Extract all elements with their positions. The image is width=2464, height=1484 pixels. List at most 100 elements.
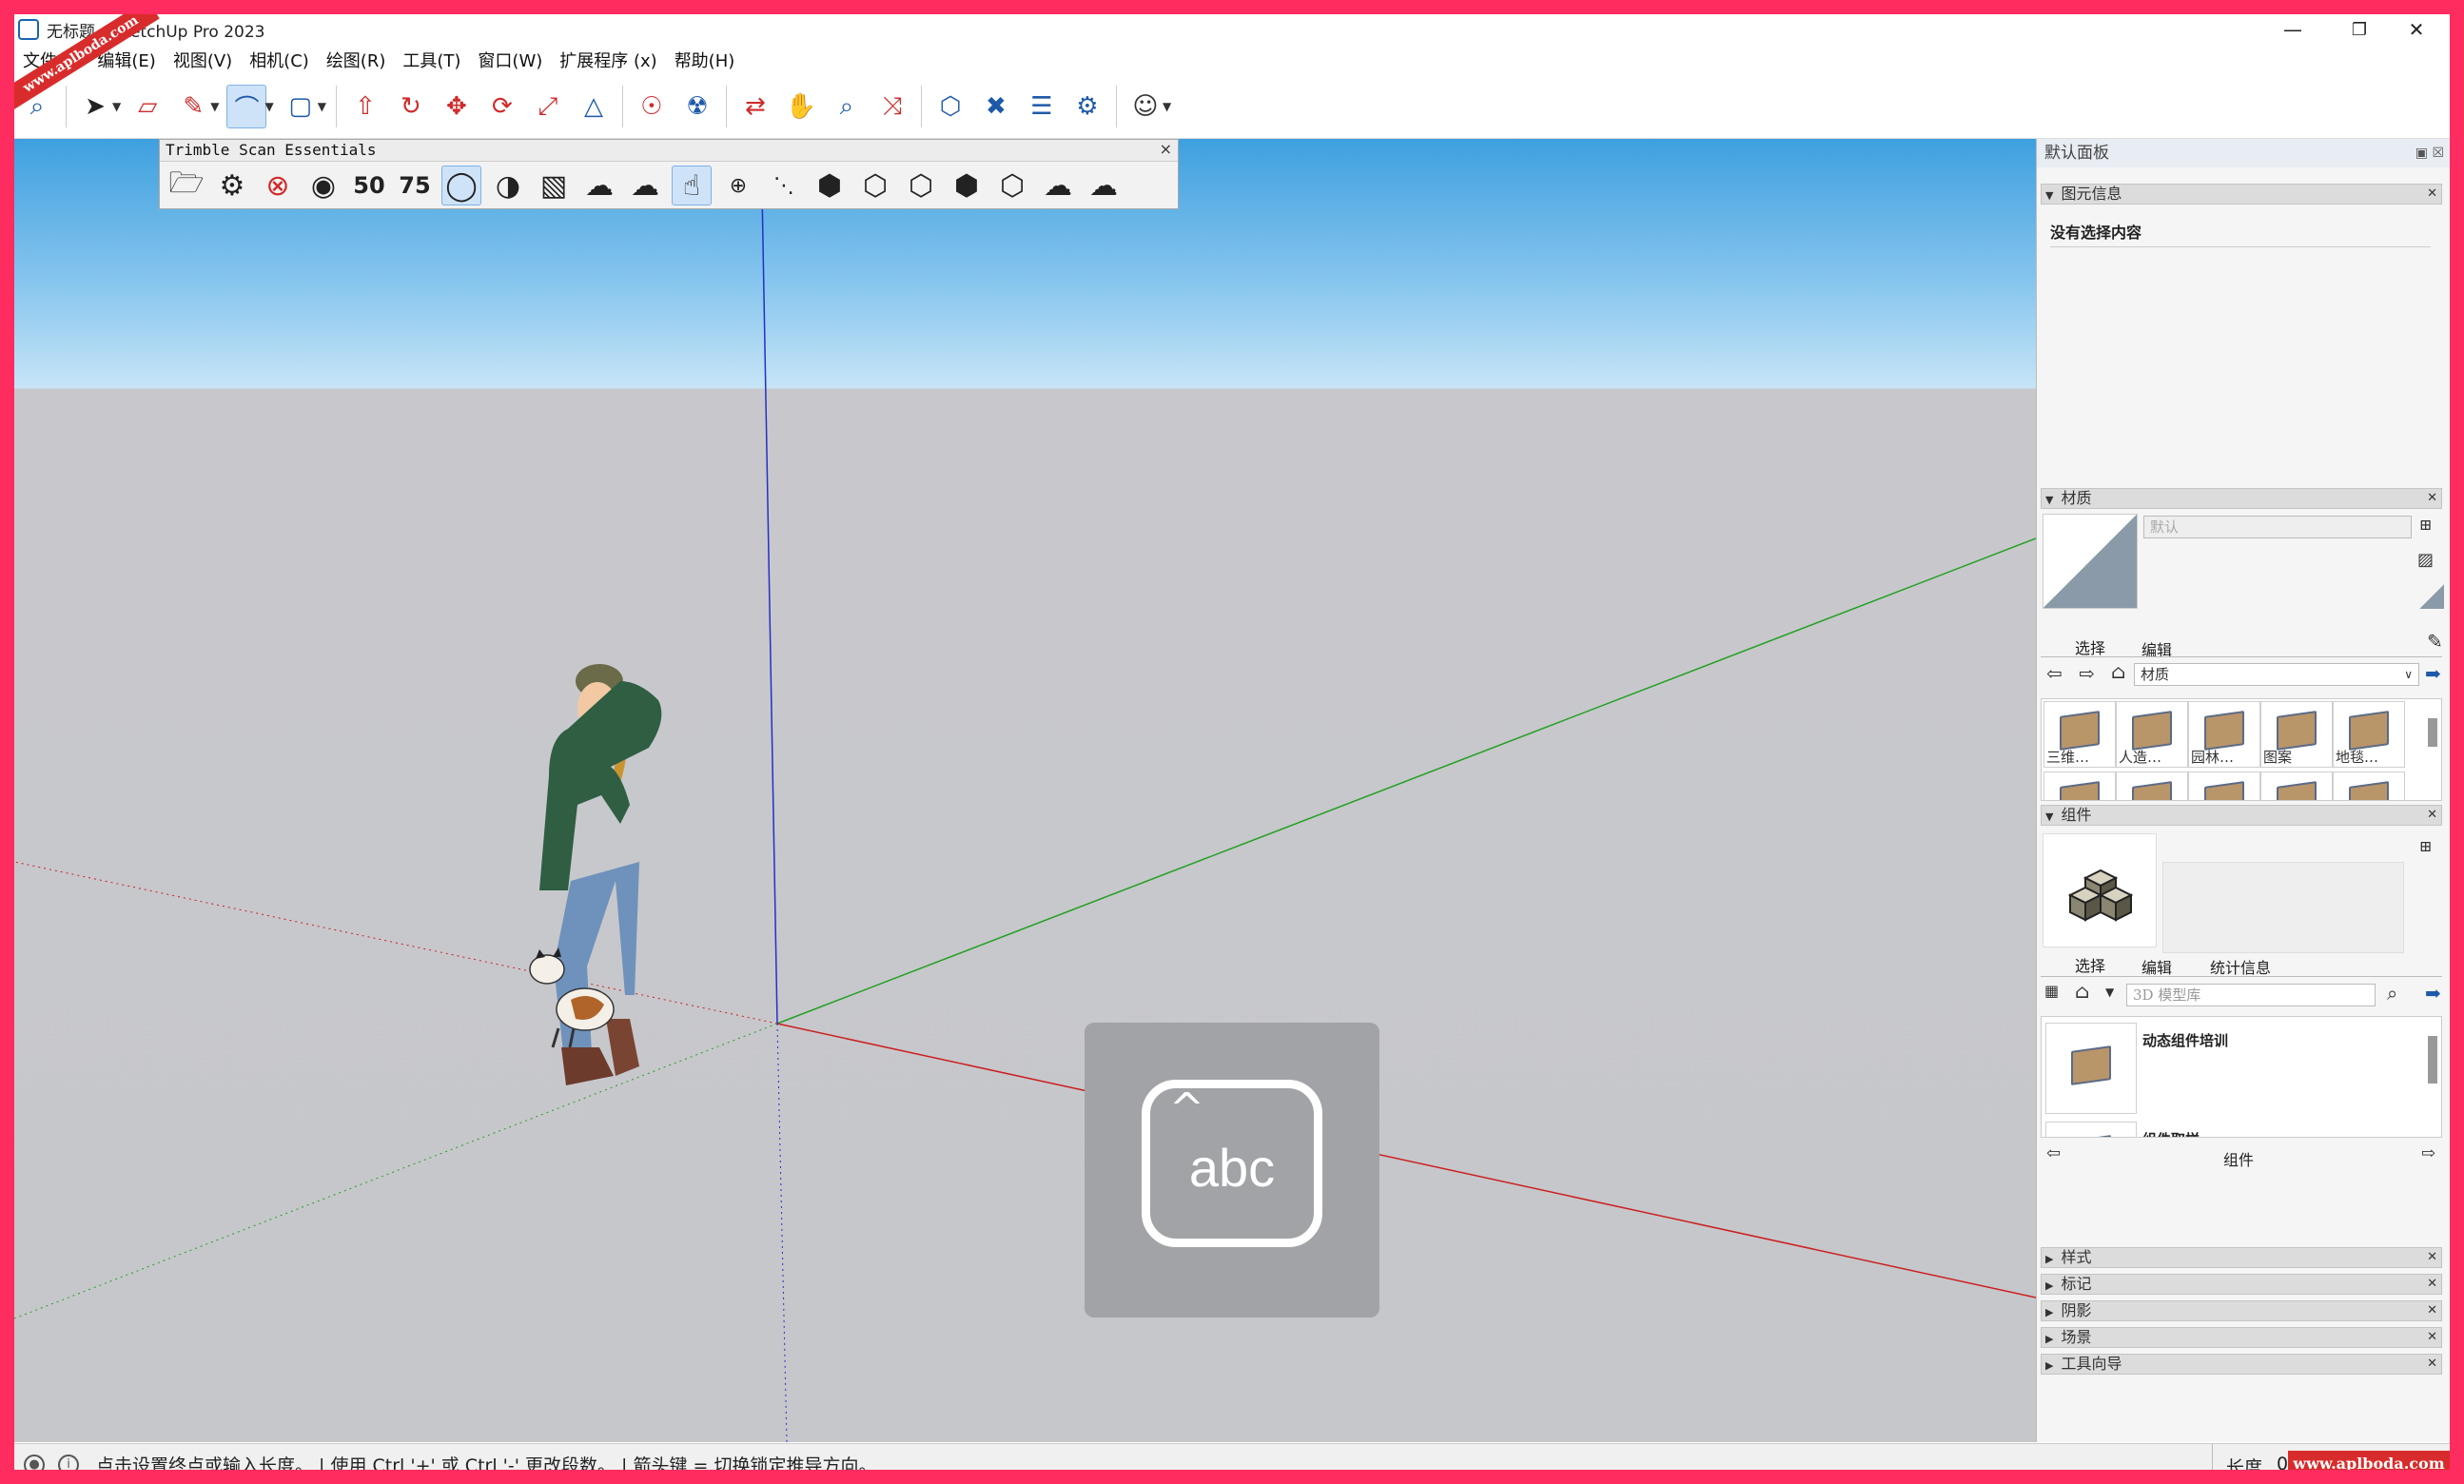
panel-pin-close-icons[interactable]: ▣ ☒ — [2415, 139, 2444, 167]
back-arrow-icon[interactable]: ⇦ — [2046, 662, 2063, 685]
zoom-icon[interactable]: ⌕ — [828, 86, 866, 127]
back-arrow-icon[interactable]: ⇦ — [2046, 1143, 2061, 1163]
hex-box-icon[interactable]: ⬡ — [993, 166, 1031, 205]
view-options-icon[interactable]: ▦ — [2044, 982, 2059, 1000]
cloud-points-icon[interactable]: ☁ — [1039, 166, 1077, 205]
paint-bucket-icon[interactable]: ☢ — [678, 86, 716, 127]
cloud-select-icon[interactable]: ☝ — [672, 166, 712, 205]
pencil-line-icon[interactable]: ✎ — [174, 86, 212, 127]
material-folder-item[interactable]: 图案 — [2260, 701, 2333, 768]
component-item-label[interactable]: 动态组件培训 — [2142, 1030, 2228, 1050]
details-arrow-icon[interactable]: ➡ — [2425, 982, 2441, 1005]
pan-icon[interactable]: ✋ — [782, 86, 820, 127]
walk-icon[interactable]: ☉ — [633, 86, 671, 127]
3d-viewport[interactable]: Trimble Scan Essentials × 🗁 ⚙ ⊗ ◉ 50 75 … — [14, 139, 2036, 1442]
instructor-header[interactable]: ▶ 工具向导 ✕ — [2041, 1354, 2442, 1375]
component-search-input[interactable]: 3D 模型库 — [2126, 984, 2376, 1006]
material-folder-item[interactable] — [2333, 771, 2405, 800]
geo-location-icon[interactable]: ● — [24, 1454, 45, 1470]
chevron-down-icon[interactable]: ▼ — [210, 100, 219, 113]
component-item-label[interactable]: 组件取样 — [2142, 1129, 2200, 1137]
push-pull-icon[interactable]: ⇧ — [346, 86, 384, 127]
create-component-icon[interactable]: ⊞ — [2419, 837, 2432, 855]
close-icon[interactable]: ✕ — [2427, 1355, 2437, 1374]
striped-drop-icon[interactable]: ▧ — [535, 166, 573, 205]
scenes-header[interactable]: ▶ 场景 ✕ — [2041, 1327, 2442, 1348]
dotted-line-icon[interactable]: ⋱ — [765, 166, 803, 205]
eraser-icon[interactable]: ▱ — [128, 86, 166, 127]
move-icon[interactable]: ✥ — [438, 86, 476, 127]
list-item-icon[interactable] — [2045, 1122, 2137, 1137]
chevron-down-icon[interactable]: ▼ — [2105, 986, 2114, 999]
hex-time-icon[interactable]: ⬢ — [811, 166, 849, 205]
search-icon[interactable]: ⌕ — [2387, 982, 2397, 1005]
extension-manager-icon[interactable]: ⚙ — [1068, 86, 1106, 127]
menu-window[interactable]: 窗口(W) — [469, 48, 551, 72]
hex-cube-icon[interactable]: ⬢ — [948, 166, 986, 205]
rotate-icon[interactable]: ⟳ — [483, 86, 521, 127]
account-icon[interactable]: ☺ — [1126, 86, 1164, 127]
minimize-button[interactable]: — — [2259, 14, 2326, 45]
menu-help[interactable]: 帮助(H) — [666, 48, 744, 72]
scrollbar-thumb[interactable] — [2428, 1036, 2437, 1084]
list-item-icon[interactable] — [2045, 1023, 2137, 1114]
point-size-drop-icon[interactable]: ◯ — [441, 166, 481, 205]
components-header[interactable]: ▼ 组件 ✕ — [2041, 805, 2442, 826]
close-icon[interactable]: ✕ — [2427, 1275, 2437, 1294]
tags-header[interactable]: ▶ 标记 ✕ — [2041, 1274, 2442, 1295]
hex-slash-icon[interactable]: ⬡ — [856, 166, 894, 205]
components-tab-select[interactable]: 选择 — [2075, 953, 2105, 976]
material-folder-item[interactable] — [2116, 771, 2188, 800]
material-library-dropdown[interactable]: 材质 ∨ — [2134, 663, 2419, 686]
material-folder-item[interactable]: 园林… — [2188, 701, 2260, 768]
entity-info-header[interactable]: ▼ 图元信息 ✕ — [2041, 184, 2442, 205]
materials-header[interactable]: ▼ 材质 ✕ — [2041, 488, 2442, 509]
open-folder-icon[interactable]: 🗁 — [167, 166, 205, 205]
extension-warehouse-icon[interactable]: ✖ — [977, 86, 1015, 127]
scale-icon[interactable]: ⤢ — [529, 86, 567, 127]
rectangle-icon[interactable]: ▢ — [282, 86, 320, 127]
close-icon[interactable]: ✕ — [2427, 806, 2437, 825]
flip-icon[interactable]: △ — [575, 86, 613, 127]
chevron-down-icon[interactable]: ▼ — [264, 100, 273, 113]
add-point-icon[interactable]: ⊕ — [719, 166, 757, 205]
material-folder-item[interactable]: 三维… — [2044, 701, 2116, 768]
details-arrow-icon[interactable]: ➡ — [2425, 662, 2441, 685]
scan-visibility-icon[interactable]: ◉ — [304, 166, 342, 205]
scan-toolbar-close-icon[interactable]: × — [1160, 140, 1172, 158]
info-icon[interactable]: i — [58, 1454, 79, 1470]
menu-extensions[interactable]: 扩展程序 (x) — [551, 48, 665, 72]
material-folder-item[interactable] — [2044, 771, 2116, 800]
arc-icon[interactable]: ⌒ — [226, 85, 267, 128]
component-description[interactable] — [2162, 862, 2404, 953]
chevron-down-icon[interactable]: ▼ — [112, 100, 121, 113]
scan-essentials-toolbar[interactable]: Trimble Scan Essentials × 🗁 ⚙ ⊗ ◉ 50 75 … — [159, 139, 1179, 209]
scan-toolbar-title[interactable]: Trimble Scan Essentials — [160, 140, 1178, 162]
close-icon[interactable]: ✕ — [2427, 1328, 2437, 1347]
forward-arrow-icon[interactable]: ⇨ — [2079, 662, 2095, 685]
close-icon[interactable]: ✕ — [2427, 185, 2437, 204]
material-folder-item[interactable]: 人造… — [2116, 701, 2188, 768]
menu-camera[interactable]: 相机(C) — [241, 48, 318, 72]
components-tab-edit[interactable]: 编辑 — [2141, 955, 2172, 978]
cloud-sync-icon[interactable]: ☁ — [1085, 166, 1123, 205]
cloud-download-icon[interactable]: ☁ — [626, 166, 664, 205]
chevron-down-icon[interactable]: ▼ — [1163, 100, 1171, 113]
close-icon[interactable]: ✕ — [2427, 489, 2437, 508]
settings-gear-icon[interactable]: ⚙ — [213, 166, 251, 205]
cancel-circle-icon[interactable]: ⊗ — [259, 166, 297, 205]
eyedropper-icon[interactable]: ✎ — [2427, 630, 2443, 653]
styles-header[interactable]: ▶ 样式 ✕ — [2041, 1247, 2442, 1268]
zoom-extents-icon[interactable]: ⤨ — [873, 86, 911, 127]
home-icon[interactable]: ⌂ — [2111, 660, 2125, 683]
hex-cloud-icon[interactable]: ⬡ — [902, 166, 940, 205]
close-icon[interactable]: ✕ — [2427, 1301, 2437, 1320]
chevron-down-icon[interactable]: ▼ — [318, 100, 326, 113]
half-drop-icon[interactable]: ◑ — [489, 166, 527, 205]
menu-tools[interactable]: 工具(T) — [394, 48, 469, 72]
scrollbar-thumb[interactable] — [2428, 718, 2437, 747]
material-swatch-icon[interactable]: ▨ — [2417, 550, 2434, 570]
close-button[interactable]: ✕ — [2383, 14, 2450, 45]
menu-draw[interactable]: 绘图(R) — [318, 48, 395, 72]
forward-arrow-icon[interactable]: ⇨ — [2421, 1143, 2435, 1163]
